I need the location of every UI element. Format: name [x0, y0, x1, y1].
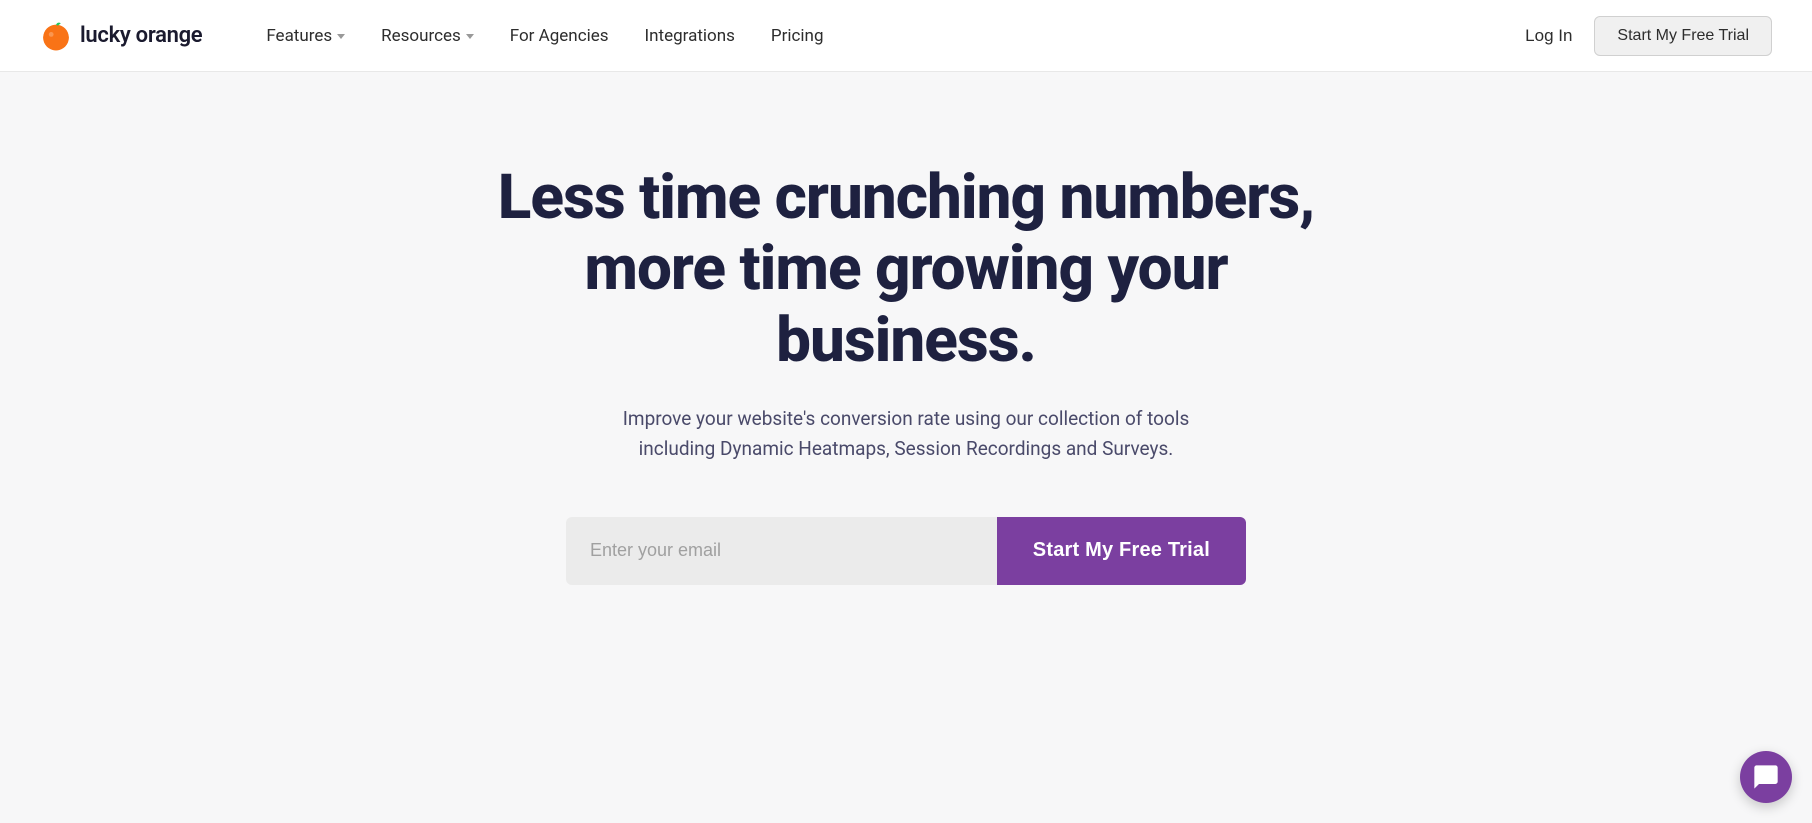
nav-for-agencies[interactable]: For Agencies	[494, 18, 625, 54]
hero-section: Less time crunching numbers, more time g…	[0, 72, 1812, 645]
features-chevron-icon	[337, 34, 345, 39]
nav-right: Log In Start My Free Trial	[1507, 16, 1772, 56]
hero-subheadline: Improve your website's conversion rate u…	[616, 404, 1196, 465]
nav-integrations[interactable]: Integrations	[629, 18, 751, 54]
navbar: lucky orange Features Resources For Agen…	[0, 0, 1812, 72]
hero-cta-area: Start My Free Trial	[566, 517, 1246, 585]
chat-icon	[1752, 763, 1780, 791]
logo-link[interactable]: lucky orange	[40, 20, 202, 52]
nav-trial-button[interactable]: Start My Free Trial	[1594, 16, 1772, 56]
login-button[interactable]: Log In	[1507, 18, 1590, 54]
brand-name: lucky orange	[80, 23, 202, 48]
nav-links: Features Resources For Agencies Integrat…	[250, 18, 1507, 54]
logo-icon	[40, 20, 72, 52]
chat-bubble-button[interactable]	[1740, 751, 1792, 803]
nav-pricing[interactable]: Pricing	[755, 18, 840, 54]
resources-chevron-icon	[466, 34, 474, 39]
email-input[interactable]	[566, 517, 997, 585]
hero-trial-button[interactable]: Start My Free Trial	[997, 517, 1246, 585]
nav-resources[interactable]: Resources	[365, 18, 490, 54]
nav-features[interactable]: Features	[250, 18, 361, 54]
hero-headline: Less time crunching numbers, more time g…	[456, 162, 1356, 376]
